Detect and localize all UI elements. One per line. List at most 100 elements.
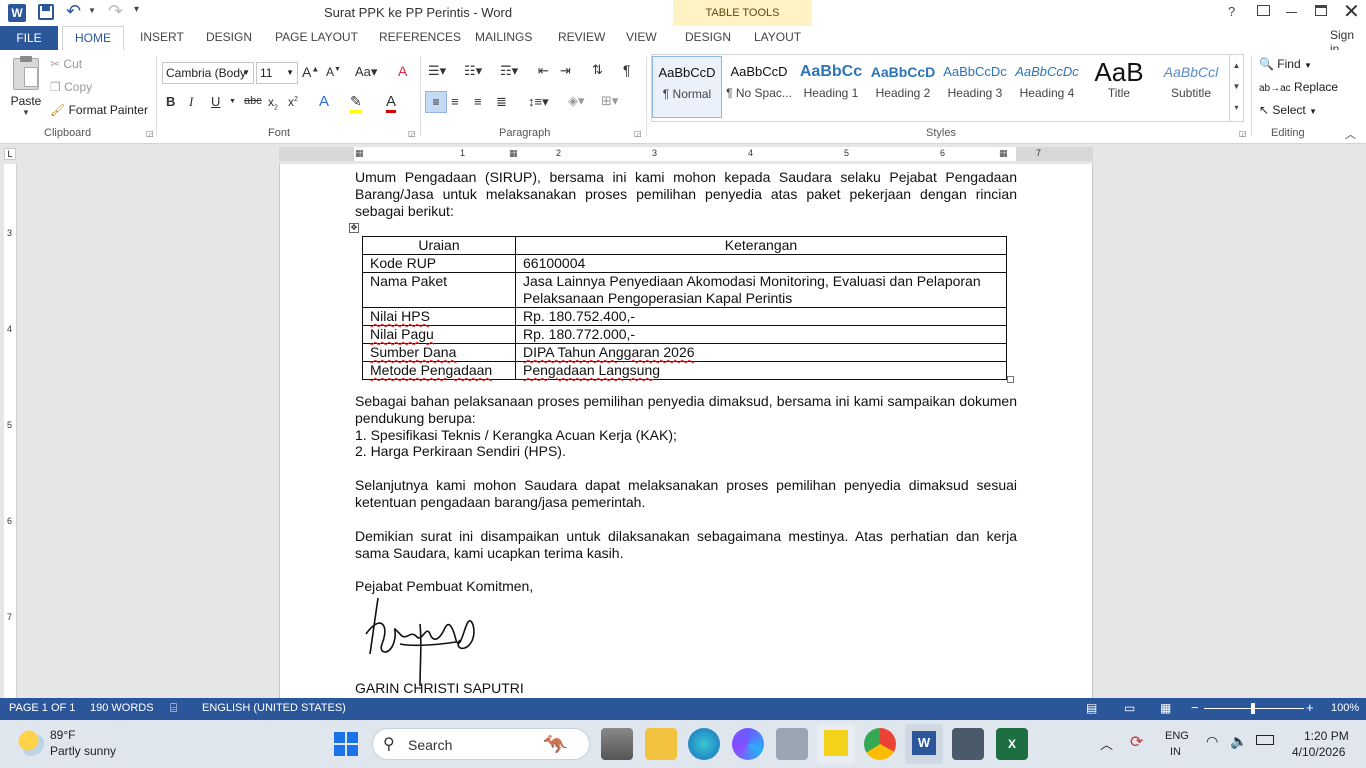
change-case-icon[interactable]: Aa▾ xyxy=(355,64,377,80)
word-count[interactable]: 190 WORDS xyxy=(90,702,154,714)
table-cell[interactable]: Rp. 180.752.400,- xyxy=(515,307,1007,326)
table-cell[interactable]: Nilai Pagu xyxy=(362,325,516,344)
style-heading-2[interactable]: AaBbCcD Heading 2 xyxy=(868,56,938,118)
zoom-level[interactable]: 100% xyxy=(1331,702,1359,714)
undo-dropdown-icon[interactable]: ▼ xyxy=(88,6,96,15)
table-cell[interactable]: Nilai HPS xyxy=(362,307,516,326)
paragraph-launcher-icon[interactable]: ◲ xyxy=(634,129,642,138)
italic-icon[interactable]: I xyxy=(189,94,193,110)
grow-font-icon[interactable]: A▲ xyxy=(302,64,319,80)
sticky-notes-icon[interactable] xyxy=(817,724,855,764)
customize-toolbar-icon[interactable]: ▾ xyxy=(134,4,139,15)
table-header-cell[interactable]: Uraian xyxy=(362,236,516,255)
paragraph-closing[interactable]: Demikian surat ini disampaikan untuk dil… xyxy=(355,528,1017,562)
font-size-box[interactable]: 11 ▼ xyxy=(256,62,298,84)
list-item[interactable]: 2. Harga Perkiraan Sendiri (HPS). xyxy=(355,443,1017,460)
table-cell[interactable]: Sumber Dana xyxy=(362,343,516,362)
align-center-icon[interactable]: ≡ xyxy=(451,94,459,109)
underline-icon[interactable]: U xyxy=(211,94,220,109)
tab-view[interactable]: VIEW xyxy=(626,30,657,44)
clear-formatting-icon[interactable]: A xyxy=(398,63,407,79)
undo-icon[interactable]: ↶ xyxy=(66,1,81,22)
signature-image[interactable] xyxy=(360,594,500,686)
edge-icon[interactable] xyxy=(688,728,720,760)
show-formatting-icon[interactable]: ¶ xyxy=(623,62,631,78)
details-table[interactable]: Uraian Keterangan Kode RUP 66100004 Nama… xyxy=(362,236,1007,380)
shading-icon[interactable]: ◈▾ xyxy=(568,93,585,109)
font-name-box[interactable]: Cambria (Body ▼ xyxy=(162,62,254,84)
clock-time[interactable]: 1:20 PM xyxy=(1304,729,1349,743)
read-mode-icon[interactable]: ▤ xyxy=(1086,701,1097,715)
taskbar-search[interactable]: ⚲ Search 🦘 xyxy=(372,728,590,760)
table-cell[interactable]: Kode RUP xyxy=(362,254,516,273)
paste-button[interactable]: Paste ▼ xyxy=(6,56,46,122)
text-effects-icon[interactable]: A xyxy=(319,93,329,110)
align-left-button[interactable]: ≡ xyxy=(425,91,447,113)
table-cell[interactable]: Nama Paket xyxy=(362,272,516,308)
tab-page-layout[interactable]: PAGE LAYOUT xyxy=(275,30,358,44)
line-spacing-icon[interactable]: ↕≡▾ xyxy=(528,94,549,110)
camera-icon[interactable] xyxy=(776,728,808,760)
table-cell[interactable]: Jasa Lainnya Penyediaan Akomodasi Monito… xyxy=(515,272,1007,308)
copilot-icon[interactable] xyxy=(732,728,764,760)
calculator-icon[interactable] xyxy=(952,728,984,760)
table-cell[interactable]: 66100004 xyxy=(515,254,1007,273)
tab-home[interactable]: HOME xyxy=(62,26,124,51)
close-icon[interactable]: ✕ xyxy=(1343,0,1360,24)
zoom-slider[interactable] xyxy=(1204,703,1304,714)
table-resize-handle[interactable] xyxy=(1007,376,1014,383)
tray-overflow-icon[interactable]: ︿ xyxy=(1100,734,1113,753)
input-language-1[interactable]: ENG xyxy=(1165,730,1189,742)
shrink-font-icon[interactable]: A▼ xyxy=(326,65,341,79)
start-button[interactable] xyxy=(334,732,358,756)
subscript-icon[interactable]: x2 xyxy=(268,95,278,111)
style-heading-4[interactable]: AaBbCcDc Heading 4 xyxy=(1012,56,1082,118)
save-icon[interactable] xyxy=(38,4,54,20)
task-view-icon[interactable] xyxy=(601,728,633,760)
table-cell[interactable]: Pengadaan Langsung xyxy=(515,361,1007,380)
chrome-icon[interactable] xyxy=(864,728,896,760)
bold-icon[interactable]: B xyxy=(166,94,175,109)
vertical-ruler[interactable]: 3 4 5 6 7 xyxy=(4,164,17,698)
align-right-icon[interactable]: ≡ xyxy=(474,94,482,109)
find-button[interactable]: 🔍 Find ▼ xyxy=(1259,57,1312,71)
tab-insert[interactable]: INSERT xyxy=(140,30,184,44)
column-marker[interactable]: ▦ xyxy=(999,148,1008,159)
tab-review[interactable]: REVIEW xyxy=(558,30,605,44)
bullets-icon[interactable]: ☰▾ xyxy=(428,63,446,79)
proofing-icon[interactable]: ⌸ xyxy=(170,701,177,716)
table-cell[interactable]: Metode Pengadaan xyxy=(362,361,516,380)
style-no-spacing[interactable]: AaBbCcD ¶ No Spac... xyxy=(724,56,794,118)
table-move-handle-icon[interactable]: ✥ xyxy=(349,223,359,233)
volume-icon[interactable]: 🔈 xyxy=(1230,733,1247,750)
cut-button[interactable]: ✂ Cut xyxy=(50,57,82,71)
increase-indent-icon[interactable]: ⇥ xyxy=(560,63,571,79)
list-item[interactable]: 1. Spesifikasi Teknis / Kerangka Acuan K… xyxy=(355,427,1017,444)
clock-date[interactable]: 4/10/2026 xyxy=(1292,745,1345,759)
intro-paragraph[interactable]: Umum Pengadaan (SIRUP), bersama ini kami… xyxy=(355,169,1017,220)
weather-widget[interactable]: 89°F Partly sunny xyxy=(16,728,126,762)
style-title[interactable]: AaB Title xyxy=(1084,56,1154,118)
paragraph-supporting-docs[interactable]: Sebagai bahan pelaksanaan proses pemilih… xyxy=(355,393,1017,427)
table-cell[interactable]: Rp. 180.772.000,- xyxy=(515,325,1007,344)
tab-table-layout[interactable]: LAYOUT xyxy=(754,30,801,44)
file-explorer-icon[interactable] xyxy=(645,728,677,760)
sort-icon[interactable]: ⇅ xyxy=(592,62,603,78)
table-cell[interactable]: DIPA Tahun Anggaran 2026 xyxy=(515,343,1007,362)
style-subtitle[interactable]: AaBbCcl Subtitle xyxy=(1156,56,1226,118)
decrease-indent-icon[interactable]: ⇤ xyxy=(538,63,549,79)
sync-icon[interactable]: ⟳ xyxy=(1130,732,1143,752)
font-launcher-icon[interactable]: ◲ xyxy=(408,129,416,138)
horizontal-ruler[interactable]: ▦ ▦ ▦ 1 2 3 4 5 6 7 xyxy=(279,147,1093,161)
zoom-slider-thumb[interactable] xyxy=(1251,703,1255,714)
clipboard-launcher-icon[interactable]: ◲ xyxy=(146,129,154,138)
copy-button[interactable]: ❐ Copy xyxy=(50,80,92,94)
highlight-icon[interactable]: ✎ xyxy=(350,93,362,113)
font-color-icon[interactable]: A xyxy=(386,93,397,113)
redo-icon[interactable]: ↷ xyxy=(108,1,123,22)
document-page[interactable]: Umum Pengadaan (SIRUP), bersama ini kami… xyxy=(279,164,1093,698)
ribbon-display-icon[interactable] xyxy=(1257,5,1270,16)
styles-scroll[interactable]: ▲ ▼ ▾ xyxy=(1229,55,1243,121)
style-heading-1[interactable]: AaBbCc Heading 1 xyxy=(796,56,866,118)
column-marker[interactable]: ▦ xyxy=(509,148,518,159)
